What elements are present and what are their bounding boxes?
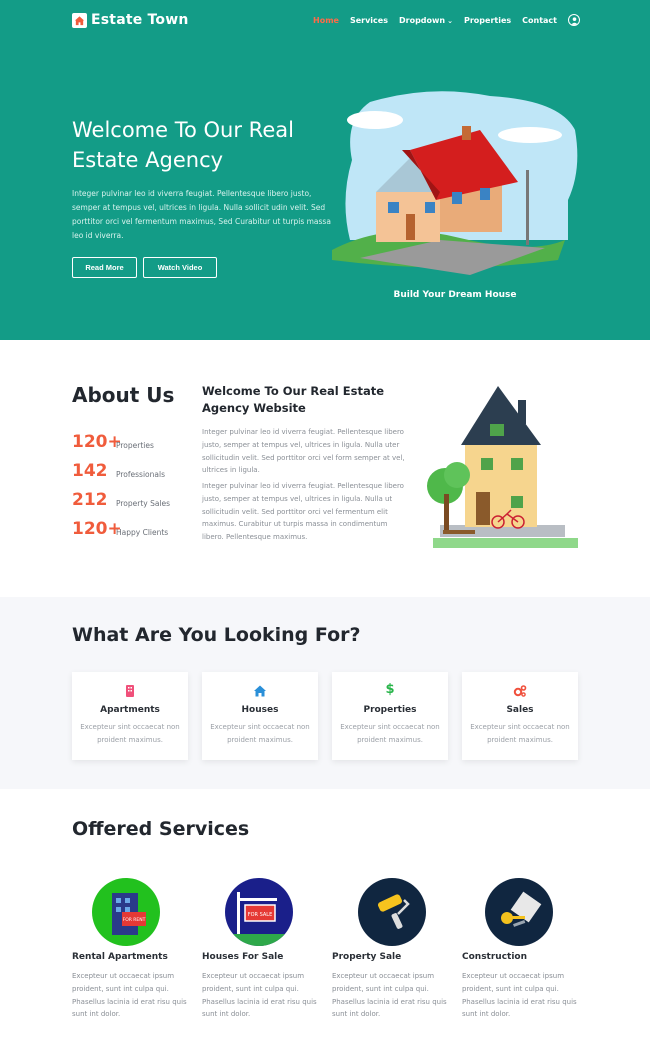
about-heading: Welcome To Our Real Estate Agency Websit… xyxy=(202,384,384,415)
dollar-icon: $ xyxy=(385,682,395,697)
nav-dropdown-label: Dropdown xyxy=(398,15,446,25)
card-sales[interactable]: Sales Excepteur sint occaecat non proide… xyxy=(462,672,578,760)
service-title: Construction xyxy=(462,952,528,962)
hero-description: Integer pulvinar leo id viverra feugiat.… xyxy=(72,189,331,240)
services-title: Offered Services xyxy=(72,818,250,840)
nav-properties[interactable]: Properties xyxy=(464,16,511,25)
hero-caption: Build Your Dream House xyxy=(393,290,517,300)
card-text: Excepteur sint occaecat non proident max… xyxy=(210,723,310,744)
hero-house-illustration xyxy=(330,90,580,285)
stat-properties: 120+ Properties xyxy=(72,432,154,452)
nav-home[interactable]: Home xyxy=(313,16,339,25)
brand-logo[interactable]: Estate Town xyxy=(72,12,189,28)
stat-label: Property Sales xyxy=(116,498,171,508)
stat-number: 120+ xyxy=(72,519,122,539)
watch-video-button[interactable]: Watch Video xyxy=(143,257,217,278)
service-title: Rental Apartments xyxy=(72,952,168,962)
card-properties[interactable]: $ Properties Excepteur sint occaecat non… xyxy=(332,672,448,760)
stat-professionals: 142 Professionals xyxy=(72,461,165,481)
service-text: Excepteur ut occaecat ipsum proident, su… xyxy=(332,972,447,1019)
service-title: Houses For Sale xyxy=(202,952,284,962)
hero-title: Welcome To Our Real Estate Agency xyxy=(72,118,294,172)
service-text: Excepteur ut occaecat ipsum proident, su… xyxy=(202,972,317,1019)
stat-property-sales: 212 Property Sales xyxy=(72,490,170,510)
card-title: Apartments xyxy=(100,705,160,715)
stat-number: 142 xyxy=(72,461,108,481)
card-houses[interactable]: Houses Excepteur sint occaecat non proid… xyxy=(202,672,318,760)
card-title: Properties xyxy=(363,705,417,715)
stat-number: 212 xyxy=(72,490,108,510)
stat-label: Properties xyxy=(116,440,154,450)
for-sale-sign-text: FOR SALE xyxy=(248,912,273,918)
read-more-button[interactable]: Read More xyxy=(72,257,137,278)
card-apartments[interactable]: Apartments Excepteur sint occaecat non p… xyxy=(72,672,188,760)
service-text: Excepteur ut occaecat ipsum proident, su… xyxy=(462,972,577,1019)
about-title: About Us xyxy=(72,383,175,407)
paint-roller-icon xyxy=(358,878,426,946)
gears-icon xyxy=(513,683,527,697)
card-text: Excepteur sint occaecat non proident max… xyxy=(340,723,440,744)
service-title: Property Sale xyxy=(332,952,402,962)
main-nav: Home Services Dropdown ⌄ Properties Conta… xyxy=(313,14,580,26)
hero-section: Estate Town Home Services Dropdown ⌄ Prop… xyxy=(0,0,650,340)
home-icon xyxy=(253,683,267,697)
nav-dropdown[interactable]: Dropdown ⌄ xyxy=(399,16,453,25)
card-text: Excepteur sint occaecat non proident max… xyxy=(470,723,570,744)
stat-label: Happy Clients xyxy=(116,527,169,537)
nav-services[interactable]: Services xyxy=(350,16,388,25)
houses-for-sale-icon: FOR SALE xyxy=(225,878,293,946)
card-title: Sales xyxy=(506,705,534,715)
apartment-icon xyxy=(123,683,137,697)
stat-happy-clients: 120+ Happy Clients xyxy=(72,519,168,539)
stat-label: Professionals xyxy=(116,469,165,479)
card-text: Excepteur sint occaecat non proident max… xyxy=(80,723,180,744)
about-paragraph-1: Integer pulvinar leo id viverra feugiat.… xyxy=(202,428,405,475)
brand-name: Estate Town xyxy=(91,12,189,28)
stat-number: 120+ xyxy=(72,432,122,452)
for-rent-sign-text: FOR RENT xyxy=(123,917,146,923)
service-text: Excepteur ut occaecat ipsum proident, su… xyxy=(72,972,187,1019)
looking-for-title: What Are You Looking For? xyxy=(72,624,361,646)
card-title: Houses xyxy=(241,705,279,715)
nav-contact[interactable]: Contact xyxy=(522,16,557,25)
chevron-down-icon: ⌄ xyxy=(447,16,453,25)
rental-apartments-icon: FOR RENT xyxy=(92,878,160,946)
about-paragraph-2: Integer pulvinar leo id viverra feugiat.… xyxy=(202,482,404,542)
home-logo-icon xyxy=(72,12,87,28)
about-house-illustration xyxy=(415,380,585,555)
keys-tag-icon xyxy=(485,878,553,946)
user-icon[interactable] xyxy=(568,14,580,26)
